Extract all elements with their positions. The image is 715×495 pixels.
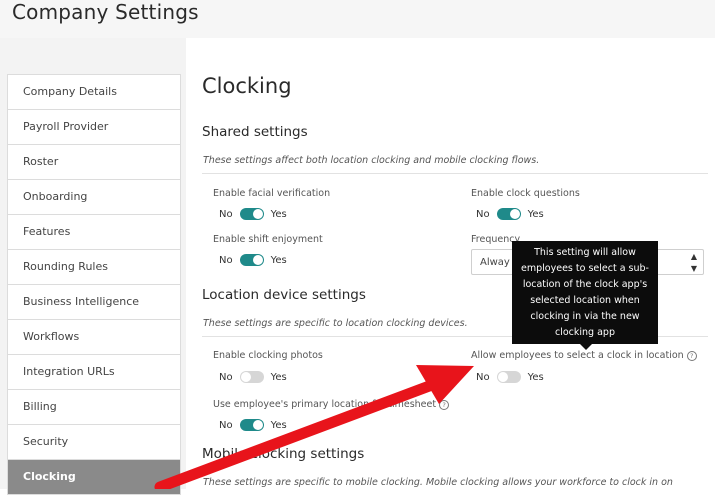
- mobile-settings-heading: Mobile clocking settings: [202, 446, 365, 462]
- top-bar: Company Settings: [0, 0, 715, 38]
- toggle-no-label: No: [219, 208, 233, 220]
- location-settings-heading: Location device settings: [202, 287, 366, 303]
- toggle-no-label: No: [219, 419, 233, 431]
- divider: [202, 173, 708, 174]
- sub-location-toggle[interactable]: [496, 371, 521, 383]
- sub-location-tooltip: This setting will allow employees to sel…: [512, 241, 658, 350]
- frequency-select-value: Alway: [480, 257, 510, 268]
- sub-location-toggle-row: No Yes: [476, 371, 544, 383]
- clocking-photos-label: Enable clocking photos: [213, 350, 323, 361]
- toggle-yes-label: Yes: [270, 254, 287, 266]
- sidebar-item-integration-urls[interactable]: Integration URLs: [8, 355, 180, 390]
- toggle-yes-label: Yes: [527, 371, 544, 383]
- primary-location-label-text: Use employee's primary location for time…: [213, 399, 437, 410]
- tooltip-text: This setting will allow employees to sel…: [521, 247, 649, 338]
- toggle-knob: [240, 372, 251, 382]
- toggle-knob: [252, 209, 263, 219]
- toggle-yes-label: Yes: [270, 208, 287, 220]
- toggle-no-label: No: [219, 254, 233, 266]
- shift-enjoyment-label: Enable shift enjoyment: [213, 234, 323, 245]
- toggle-yes-label: Yes: [270, 371, 287, 383]
- sidebar-item-company-details[interactable]: Company Details: [8, 75, 180, 110]
- sidebar-item-onboarding[interactable]: Onboarding: [8, 180, 180, 215]
- section-title: Clocking: [202, 74, 292, 98]
- help-icon[interactable]: ?: [439, 399, 450, 410]
- shared-settings-description: These settings affect both location cloc…: [203, 155, 540, 166]
- select-arrows-icon: ▲ ▼: [690, 252, 697, 273]
- primary-location-toggle[interactable]: [239, 419, 264, 431]
- shift-enjoyment-toggle-row: No Yes: [219, 254, 287, 266]
- location-settings-description: These settings are specific to location …: [203, 318, 468, 329]
- clock-questions-toggle[interactable]: [496, 208, 521, 220]
- toggle-no-label: No: [219, 371, 233, 383]
- clock-questions-toggle-row: No Yes: [476, 208, 544, 220]
- sidebar-item-billing[interactable]: Billing: [8, 390, 180, 425]
- toggle-no-label: No: [476, 208, 490, 220]
- shift-enjoyment-toggle[interactable]: [239, 254, 264, 266]
- sidebar-item-business-intelligence[interactable]: Business Intelligence: [8, 285, 180, 320]
- settings-sidebar: Company Details Payroll Provider Roster …: [7, 74, 181, 495]
- toggle-knob: [509, 209, 520, 219]
- toggle-knob: [497, 372, 508, 382]
- toggle-knob: [252, 420, 263, 430]
- toggle-yes-label: Yes: [527, 208, 544, 220]
- sidebar-item-workflows[interactable]: Workflows: [8, 320, 180, 355]
- clock-questions-label: Enable clock questions: [471, 188, 580, 199]
- toggle-knob: [252, 255, 263, 265]
- tooltip-caret: [580, 344, 592, 350]
- sidebar-item-roster[interactable]: Roster: [8, 145, 180, 180]
- facial-verification-toggle-row: No Yes: [219, 208, 287, 220]
- primary-location-label: Use employee's primary location for time…: [213, 399, 450, 410]
- shared-settings-heading: Shared settings: [202, 124, 308, 140]
- primary-location-toggle-row: No Yes: [219, 419, 287, 431]
- sidebar-item-rounding-rules[interactable]: Rounding Rules: [8, 250, 180, 285]
- mobile-settings-description: These settings are specific to mobile cl…: [203, 477, 673, 488]
- facial-verification-label: Enable facial verification: [213, 188, 331, 199]
- toggle-yes-label: Yes: [270, 419, 287, 431]
- clocking-photos-toggle-row: No Yes: [219, 371, 287, 383]
- sub-location-label-text: Allow employees to select a clock in loc…: [471, 350, 684, 361]
- sidebar-item-clocking[interactable]: Clocking: [8, 460, 180, 495]
- sidebar-item-payroll-provider[interactable]: Payroll Provider: [8, 110, 180, 145]
- sub-location-label: Allow employees to select a clock in loc…: [471, 350, 697, 361]
- sidebar-item-features[interactable]: Features: [8, 215, 180, 250]
- help-icon[interactable]: ?: [686, 350, 697, 361]
- toggle-no-label: No: [476, 371, 490, 383]
- facial-verification-toggle[interactable]: [239, 208, 264, 220]
- clocking-photos-toggle[interactable]: [239, 371, 264, 383]
- page-title: Company Settings: [12, 0, 199, 24]
- sidebar-item-security[interactable]: Security: [8, 425, 180, 460]
